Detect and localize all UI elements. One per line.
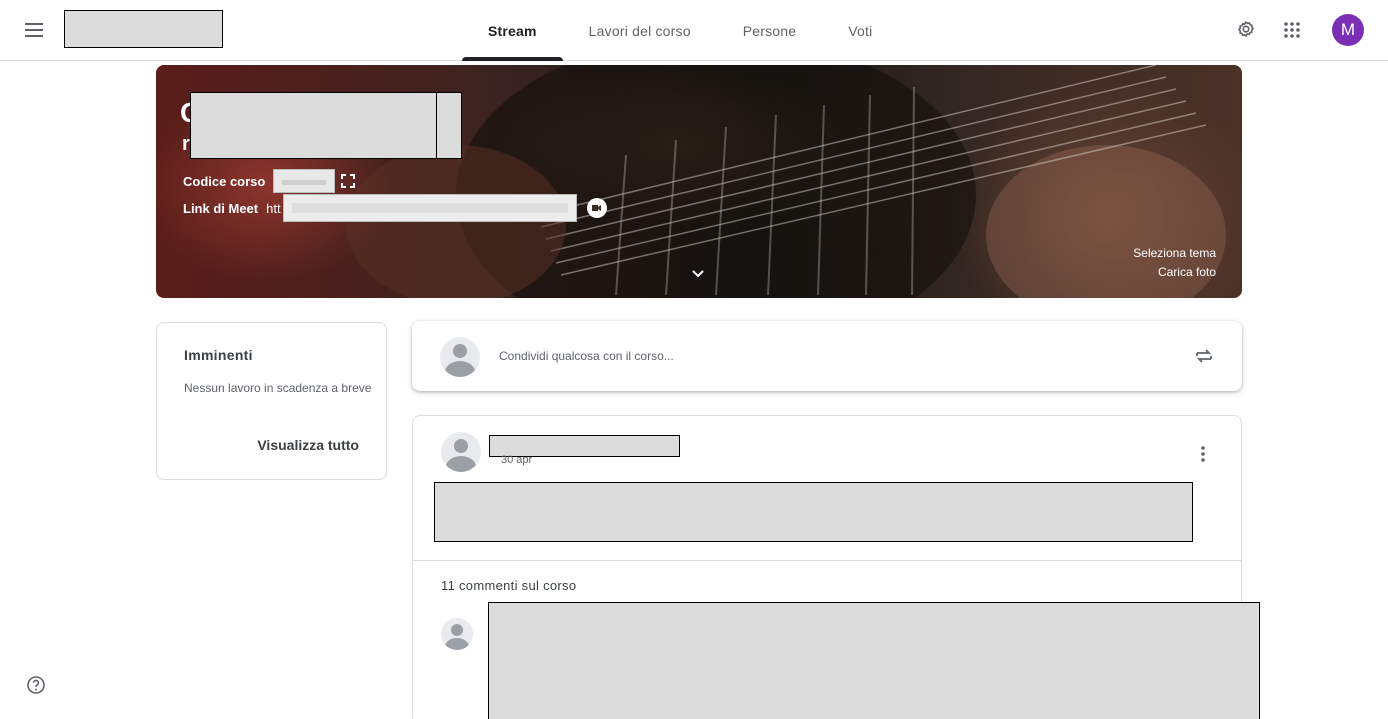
redacted-comments (488, 602, 1260, 719)
upcoming-card: Imminenti Nessun lavoro in scadenza a br… (156, 322, 387, 480)
commenter-avatar (441, 618, 473, 650)
help-circle-icon[interactable] (26, 675, 46, 695)
chevron-down-icon[interactable] (690, 265, 706, 281)
apps-grid-icon (1284, 22, 1300, 38)
redacted-meet-link[interactable] (282, 194, 577, 222)
account-avatar[interactable]: M (1332, 14, 1364, 46)
post-date: 30 apr (501, 454, 533, 466)
user-avatar (440, 337, 480, 377)
redacted-course-code (273, 169, 336, 193)
top-actions: M (1234, 14, 1364, 46)
redacted-course-title (190, 92, 462, 159)
upload-photo-link[interactable]: Carica foto (1133, 263, 1216, 282)
gear-icon (1237, 21, 1255, 38)
view-all-link[interactable]: Visualizza tutto (257, 437, 359, 453)
redacted-class-name (64, 10, 223, 48)
apps-button[interactable] (1280, 18, 1304, 42)
course-code-label: Codice corso (183, 173, 266, 189)
meet-link-label: Link di Meet (183, 200, 259, 216)
author-avatar (441, 432, 481, 472)
upcoming-message: Nessun lavoro in scadenza a breve (184, 381, 372, 395)
meet-link-fragment[interactable]: htt (266, 201, 280, 216)
tab-stream[interactable]: Stream (462, 0, 563, 61)
select-theme-link[interactable]: Seleziona tema (1133, 244, 1216, 263)
main-menu-button[interactable] (22, 18, 46, 42)
redacted-post-content (434, 482, 1193, 542)
top-app-bar: Stream Lavori del corso Persone Voti M (0, 0, 1388, 61)
tab-people[interactable]: Persone (717, 0, 823, 61)
more-vert-icon[interactable] (1191, 442, 1215, 466)
meet-link-row: Link di Meet htt (183, 194, 607, 222)
tab-classwork[interactable]: Lavori del corso (563, 0, 717, 61)
class-banner: C r Codice corso Link di Meet htt Selezi… (156, 65, 1242, 298)
tab-grades[interactable]: Voti (822, 0, 898, 61)
course-code-row: Codice corso (183, 169, 356, 193)
class-comments-link[interactable]: 11 commenti sul corso (441, 578, 576, 593)
settings-button[interactable] (1234, 18, 1258, 42)
hamburger-menu-icon (25, 23, 43, 25)
share-placeholder: Condividi qualcosa con il corso... (499, 349, 674, 363)
fullscreen-icon[interactable] (341, 174, 356, 188)
video-camera-icon[interactable] (586, 198, 607, 218)
post-divider (413, 560, 1241, 561)
course-subtitle-fragment: r (182, 133, 190, 155)
share-with-class-box[interactable]: Condividi qualcosa con il corso... (412, 321, 1242, 391)
upcoming-title: Imminenti (184, 347, 253, 363)
repost-icon[interactable] (1192, 344, 1216, 368)
banner-actions: Seleziona tema Carica foto (1133, 244, 1216, 282)
class-tabs: Stream Lavori del corso Persone Voti (462, 0, 898, 61)
